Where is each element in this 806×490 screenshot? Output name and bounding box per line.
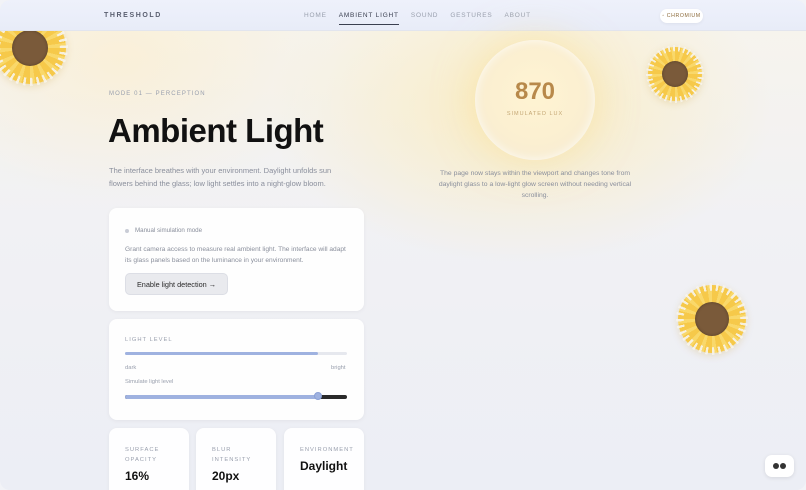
page-title: Ambient Light: [108, 112, 324, 149]
lux-value: 870: [514, 78, 556, 105]
stat-label: BLUR INTENSITY: [212, 447, 252, 463]
nav-home[interactable]: HOME: [304, 12, 327, 25]
simulation-status: Manual simulation mode: [135, 227, 203, 234]
sunflower-decoration: [678, 285, 746, 353]
stat-value: 20px: [212, 469, 240, 483]
light-detection-card: Manual simulation mode Grant camera acce…: [109, 208, 364, 311]
page-description: The interface breathes with your environ…: [109, 166, 332, 188]
nav-gestures[interactable]: GESTURES: [450, 12, 492, 25]
light-level-slider[interactable]: [125, 392, 347, 400]
dark-label: dark: [125, 365, 137, 371]
status-dot-icon: [125, 229, 129, 233]
top-navigation-bar: THRESHOLD HOME AMBIENT LIGHT SOUND GESTU…: [0, 0, 806, 31]
nav-ambient-light[interactable]: AMBIENT LIGHT: [338, 12, 399, 25]
environment-card: ENVIRONMENT Daylight: [284, 428, 364, 490]
light-level-meter: [125, 352, 347, 355]
nav-about[interactable]: ABOUT: [504, 12, 530, 25]
brand-logo[interactable]: THRESHOLD: [104, 12, 162, 19]
blur-intensity-card: BLUR INTENSITY 20px: [196, 428, 276, 490]
enable-light-detection-button[interactable]: Enable light detection →: [125, 273, 228, 295]
floating-assistant-button[interactable]: [765, 455, 794, 477]
stat-value: Daylight: [300, 459, 348, 473]
light-level-label: LIGHT LEVEL: [125, 337, 173, 343]
stat-value: 16%: [125, 469, 150, 483]
lux-orb: 870 SIMULATED LUX: [475, 40, 595, 160]
stat-label: ENVIRONMENT: [300, 447, 354, 453]
app-frame: THRESHOLD HOME AMBIENT LIGHT SOUND GESTU…: [0, 0, 806, 490]
slider-thumb[interactable]: [314, 392, 323, 400]
bright-label: bright: [331, 365, 346, 371]
eye-icon: [780, 463, 786, 469]
stat-label: SURFACE OPACITY: [125, 447, 160, 463]
eye-icon: [773, 463, 779, 469]
nav-sound[interactable]: SOUND: [411, 12, 438, 25]
slider-fill: [125, 395, 319, 399]
lux-label: SIMULATED LUX: [506, 111, 564, 117]
browser-badge[interactable]: ◦ CHROMIUM: [660, 9, 703, 23]
sunflower-decoration: [648, 47, 702, 101]
light-level-card: LIGHT LEVEL dark bright Simulate light l…: [109, 319, 364, 420]
viewport-note: The page now stays within the viewport a…: [438, 170, 632, 199]
camera-permission-text: Grant camera access to measure real ambi…: [125, 246, 346, 264]
mode-eyebrow: MODE 01 — PERCEPTION: [109, 91, 206, 97]
surface-opacity-card: SURFACE OPACITY 16%: [109, 428, 189, 490]
light-level-fill: [125, 352, 319, 355]
simulate-light-label: Simulate light level: [125, 379, 174, 385]
main-nav: HOME AMBIENT LIGHT SOUND GESTURES ABOUT: [304, 12, 531, 25]
